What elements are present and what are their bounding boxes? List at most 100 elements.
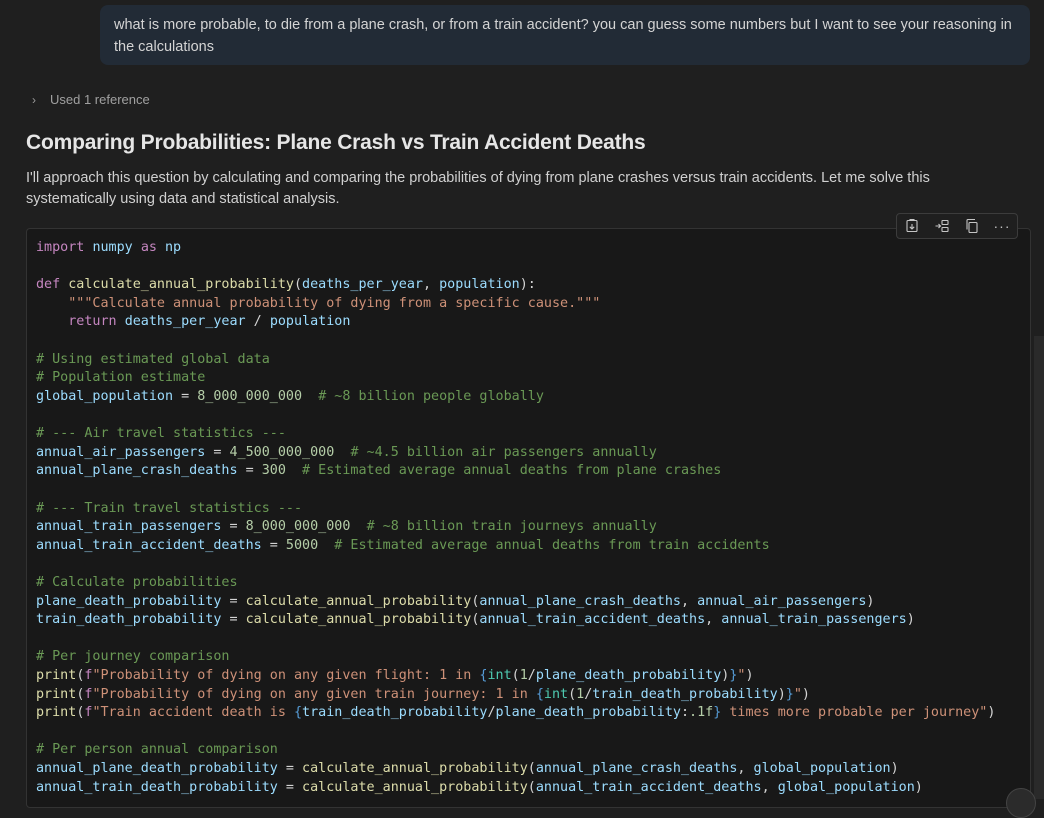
code-token: = [221,593,246,609]
code-token: calculate_annual_probability [245,612,472,628]
code-token: annual_train_passengers [721,612,907,628]
code-token: ) [914,779,923,795]
code-token: = [277,761,303,777]
code-token: annual_plane_death_probability [36,761,278,777]
code-line: plane_death_probability = calculate_annu… [36,593,1030,612]
code-token: print [36,705,77,721]
user-message: what is more probable, to die from a pla… [100,5,1030,65]
code-token: = [237,463,262,479]
code-token: plane_death_probability [495,705,681,721]
code-line: def calculate_annual_probability(deaths_… [36,276,1030,295]
code-token: train_death_probability [36,612,222,628]
code-token: # Population estimate [36,370,206,386]
code-token: np [165,240,182,255]
code-token: # ~8 billion people globally [318,388,544,404]
code-token: annual_plane_crash_deaths [479,593,681,609]
insert-into-new-file-icon[interactable] [930,215,954,237]
code-token: print [36,668,77,684]
insert-at-cursor-icon[interactable] [900,215,924,237]
code-token: deaths_per_year [302,277,423,293]
code-token: , [761,779,778,795]
code-line: # Per person annual comparison [36,741,1030,760]
code-block: import numpy as np def calculate_annual_… [26,228,1031,808]
scroll-down-button[interactable] [1006,788,1036,818]
code-token: "Probability of dying on any given train… [92,686,536,702]
code-line: return deaths_per_year / population [36,313,1030,332]
code-line: # Using estimated global data [36,351,1030,370]
copy-icon[interactable] [960,215,984,237]
code-token: , [737,761,754,777]
code-token: , [680,593,698,609]
code-token: deaths_per_year [124,314,246,330]
code-line: print(f"Train accident death is {train_d… [36,704,1030,723]
code-token: calculate_annual_probability [245,593,472,609]
code-line: # --- Air travel statistics --- [36,425,1030,444]
code-token: annual_air_passengers [36,444,206,460]
code-token: , [705,612,722,628]
code-token: } [785,686,794,702]
code-token: = [261,537,286,553]
code-token: numpy [92,240,133,255]
more-actions-icon[interactable]: ··· [990,215,1014,237]
code-token: # Using estimated global data [36,351,270,367]
code-token: times more probable per journey" [721,705,988,721]
code-token: annual_train_passengers [36,519,222,535]
code-token: train_death_probability [302,705,488,721]
code-token: = [221,612,246,628]
code-line: annual_train_accident_deaths = 5000 # Es… [36,537,1030,556]
code-token: ( [527,761,536,777]
code-token: calculate_annual_probability [302,779,528,795]
code-content: import numpy as np def calculate_annual_… [27,229,1030,797]
code-line: # Population estimate [36,369,1030,388]
code-token: ) [866,593,875,609]
code-token: 1 [576,686,585,702]
code-token: def [36,277,61,293]
code-token: # Estimated average annual deaths from t… [334,537,770,553]
code-token: annual_train_accident_deaths [479,612,706,628]
code-token: ) [777,686,786,702]
code-token: "Probability of dying on any given fligh… [92,668,480,684]
code-line: # --- Train travel statistics --- [36,500,1030,519]
code-token: 300 [261,463,286,479]
code-line: # Per journey comparison [36,648,1030,667]
code-token: { [293,705,303,721]
code-token: ) [745,668,754,684]
code-token: population [269,314,351,330]
code-token: = [221,519,246,535]
code-token: # Estimated average annual deaths from p… [302,463,722,479]
code-token: global_population [777,779,915,795]
code-token: annual_plane_crash_deaths [535,761,738,777]
code-token: as [140,240,157,255]
code-token: # Calculate probabilities [36,574,238,590]
code-line: annual_plane_crash_deaths = 300 # Estima… [36,462,1030,481]
code-token: "Train accident death is [92,705,294,721]
code-token: annual_air_passengers [697,593,867,609]
code-token: 5000 [285,537,319,553]
code-token: ) [801,686,810,702]
code-token: # --- Train travel statistics --- [36,500,303,516]
code-token: import [36,240,85,255]
code-token: return [68,314,117,330]
scrollbar[interactable] [1034,336,1044,799]
code-token: " [793,686,802,702]
references-toggle[interactable]: › Used 1 reference [32,92,150,107]
response-title: Comparing Probabilities: Plane Crash vs … [26,131,646,154]
code-token: ( [568,686,577,702]
code-line: global_population = 8_000_000_000 # ~8 b… [36,388,1030,407]
code-token: population [439,277,520,293]
code-token: = [205,444,230,460]
code-token: / [527,668,536,684]
code-line: annual_air_passengers = 4_500_000_000 # … [36,444,1030,463]
code-token: plane_death_probability [535,668,722,684]
code-line: annual_plane_death_probability = calcula… [36,760,1030,779]
